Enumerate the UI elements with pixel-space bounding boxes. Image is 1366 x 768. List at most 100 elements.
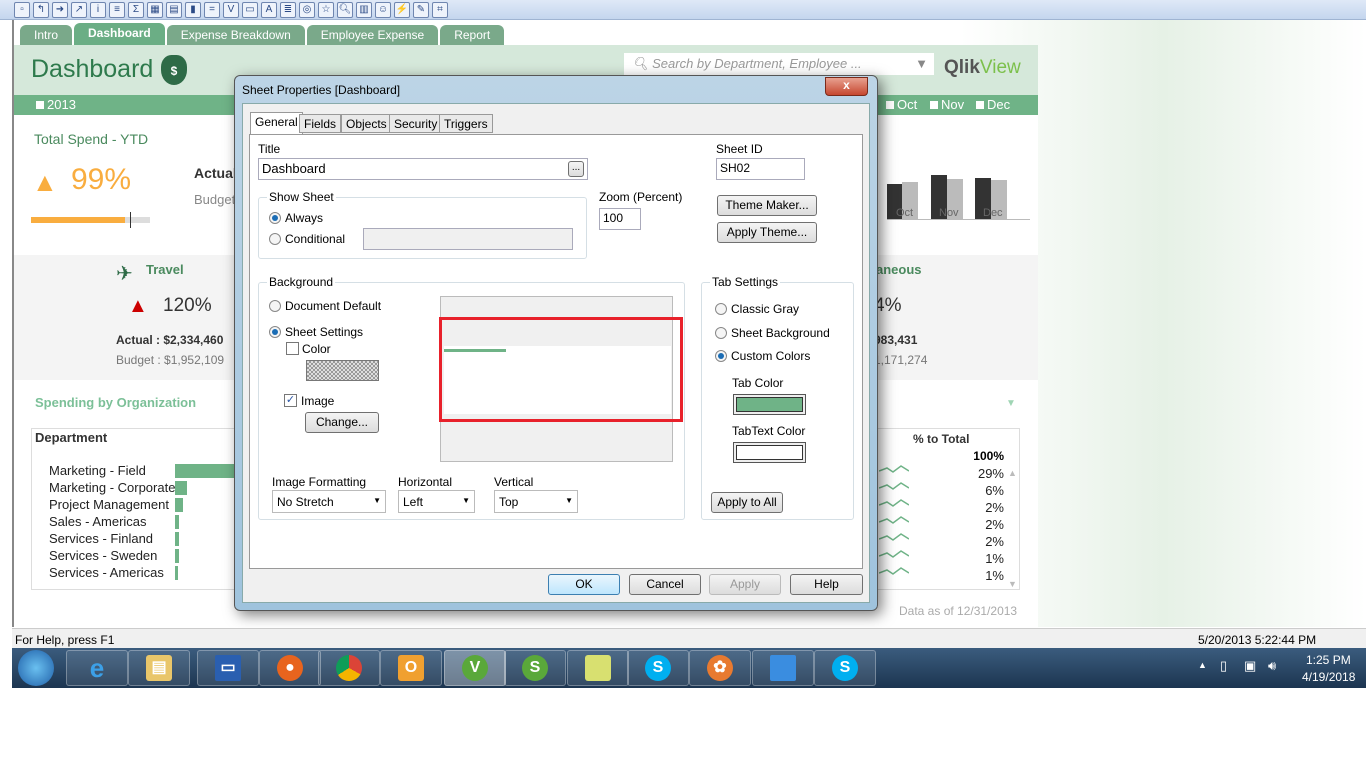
- input-icon[interactable]: =: [204, 1, 220, 18]
- save-icon[interactable]: ➜: [52, 1, 68, 18]
- info-icon[interactable]: i: [90, 1, 106, 18]
- line-icon[interactable]: ≣: [280, 1, 296, 18]
- year-2013[interactable]: 2013: [36, 97, 76, 112]
- cancel-button[interactable]: Cancel: [629, 574, 701, 595]
- volume-icon[interactable]: 🔊︎: [1268, 658, 1276, 674]
- file-explorer-icon[interactable]: ▤: [128, 650, 190, 686]
- custom-colors-radio[interactable]: [715, 350, 727, 362]
- new-icon[interactable]: ▫: [14, 1, 30, 18]
- clock-date[interactable]: 4/19/2018: [1302, 670, 1355, 684]
- month-nov[interactable]: Nov: [930, 97, 964, 112]
- conditional-input[interactable]: [363, 228, 573, 250]
- text-icon[interactable]: A: [261, 1, 277, 18]
- change-image-button[interactable]: Change...: [305, 412, 379, 433]
- windows-start-button[interactable]: [18, 650, 54, 686]
- classic-gray-radio[interactable]: [715, 303, 727, 315]
- power-icon[interactable]: ▯: [1220, 658, 1227, 674]
- scroll-up-icon[interactable]: ▲: [1008, 468, 1017, 478]
- sheet-settings-radio[interactable]: [269, 326, 281, 338]
- chevron-down-icon[interactable]: ▼: [915, 56, 928, 71]
- image-formatting-select[interactable]: No Stretch: [272, 490, 386, 513]
- sheet-background-radio[interactable]: [715, 327, 727, 339]
- color-swatch-button[interactable]: [306, 360, 379, 381]
- tabtext-color-button[interactable]: [733, 442, 806, 463]
- image-checkbox[interactable]: ✓: [284, 394, 297, 407]
- network-icon[interactable]: ▣: [1244, 658, 1256, 674]
- search-icon[interactable]: 🔍︎: [337, 1, 353, 18]
- sheet-id-input[interactable]: SH02: [716, 158, 805, 180]
- apply-to-all-button[interactable]: Apply to All: [711, 492, 783, 513]
- conditional-radio[interactable]: [269, 233, 281, 245]
- tab-fields[interactable]: Fields: [299, 114, 342, 133]
- qlikview-icon[interactable]: V: [444, 650, 506, 686]
- skype-business-icon[interactable]: S: [814, 650, 876, 686]
- tab-intro[interactable]: Intro: [20, 25, 73, 45]
- tab-employee-expense[interactable]: Employee Expense: [306, 25, 439, 45]
- save-as-icon[interactable]: ↗: [71, 1, 87, 18]
- search-icon: 🔍︎: [632, 56, 653, 71]
- trend-sparkline: [879, 567, 909, 575]
- tab-triggers[interactable]: Triggers: [439, 114, 493, 133]
- month-dec[interactable]: Dec: [976, 97, 1010, 112]
- apply-theme-button[interactable]: Apply Theme...: [717, 222, 817, 243]
- current-selections-icon[interactable]: V: [223, 1, 239, 18]
- tab-objects[interactable]: Objects: [341, 114, 392, 133]
- department-label[interactable]: Project Management: [49, 497, 169, 512]
- remote-desktop-icon[interactable]: ▭: [197, 650, 259, 686]
- wizard-icon[interactable]: ⚡: [394, 1, 410, 18]
- open-icon[interactable]: ↰: [33, 1, 49, 18]
- department-label[interactable]: Services - Sweden: [49, 548, 157, 563]
- help-button[interactable]: Help: [790, 574, 863, 595]
- vertical-select[interactable]: Top: [494, 490, 578, 513]
- design-icon[interactable]: ✎: [413, 1, 429, 18]
- apply-button[interactable]: Apply: [709, 574, 781, 595]
- department-label[interactable]: Marketing - Field: [49, 463, 146, 478]
- qlik-sense-icon[interactable]: S: [504, 650, 566, 686]
- internet-explorer-icon[interactable]: e: [66, 650, 128, 686]
- multibox-icon[interactable]: ▤: [166, 1, 182, 18]
- scroll-down-icon[interactable]: ▼: [1008, 579, 1017, 589]
- smiley-icon[interactable]: ☺: [375, 1, 391, 18]
- theme-maker-button[interactable]: Theme Maker...: [717, 195, 817, 216]
- tab-report[interactable]: Report: [440, 25, 505, 45]
- department-label[interactable]: Services - Americas: [49, 565, 164, 580]
- tab-general[interactable]: General: [250, 112, 303, 134]
- department-label[interactable]: Marketing - Corporate: [49, 480, 175, 495]
- horizontal-select[interactable]: Left: [398, 490, 475, 513]
- monitor-icon[interactable]: [752, 650, 814, 686]
- tab-expense-breakdown[interactable]: Expense Breakdown: [166, 25, 305, 45]
- close-button[interactable]: x: [825, 77, 868, 96]
- slider-icon[interactable]: ◎: [299, 1, 315, 18]
- layout-icon[interactable]: ⌗: [432, 1, 448, 18]
- outlook-icon[interactable]: O: [380, 650, 442, 686]
- bookmark-icon[interactable]: ☆: [318, 1, 334, 18]
- container-icon[interactable]: ▥: [356, 1, 372, 18]
- skype-icon[interactable]: S: [627, 650, 689, 686]
- department-label[interactable]: Services - Finland: [49, 531, 153, 546]
- always-radio[interactable]: [269, 212, 281, 224]
- chevron-down-icon[interactable]: ▼: [1006, 398, 1016, 409]
- color-checkbox[interactable]: [286, 342, 299, 355]
- listbox-icon[interactable]: ≡: [109, 1, 125, 18]
- show-hidden-icons[interactable]: ▲: [1198, 660, 1207, 670]
- chrome-icon[interactable]: [318, 650, 380, 686]
- month-oct[interactable]: Oct: [886, 97, 917, 112]
- statistics-icon[interactable]: Σ: [128, 1, 144, 18]
- zoom-input[interactable]: 100: [599, 208, 641, 230]
- title-input[interactable]: Dashboard: [258, 158, 588, 180]
- search-input[interactable]: 🔍︎ Search by Department, Employee ... ▼: [624, 53, 934, 75]
- chart-icon[interactable]: ▮: [185, 1, 201, 18]
- button-icon[interactable]: ▭: [242, 1, 258, 18]
- title-expression-button[interactable]: ...: [568, 161, 584, 177]
- ok-button[interactable]: OK: [548, 574, 620, 595]
- department-label[interactable]: Sales - Americas: [49, 514, 147, 529]
- tab-dashboard[interactable]: Dashboard: [74, 23, 165, 45]
- tab-security[interactable]: Security: [389, 114, 443, 133]
- firefox-icon[interactable]: ●: [259, 650, 321, 686]
- clock-time[interactable]: 1:25 PM: [1306, 653, 1351, 667]
- sticky-notes-icon[interactable]: [567, 650, 629, 686]
- table-icon[interactable]: ▦: [147, 1, 163, 18]
- app-flower-icon[interactable]: ✿: [689, 650, 751, 686]
- tab-color-button[interactable]: [733, 394, 806, 415]
- document-default-radio[interactable]: [269, 300, 281, 312]
